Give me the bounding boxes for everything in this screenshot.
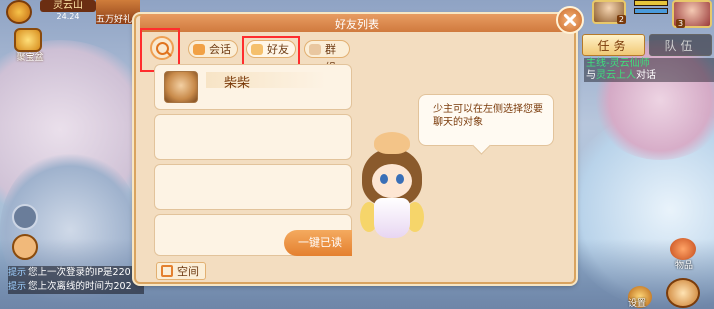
system-message: 提示 您上次离线的时间为202 bbox=[8, 280, 144, 294]
group-icon bbox=[309, 44, 321, 55]
quest-objective-post: 对话 bbox=[636, 70, 656, 81]
system-message-tag: 提示 bbox=[8, 282, 27, 292]
hint-bubble: 少主可以在左侧选择您要聊天的对象 bbox=[418, 94, 554, 146]
tab-chat[interactable]: 会话 bbox=[188, 40, 238, 58]
mascot-face bbox=[372, 164, 412, 198]
mascot-eye bbox=[380, 174, 388, 184]
compass-icon[interactable] bbox=[666, 278, 700, 308]
treasure-bowl-label: 聚宝盆 bbox=[16, 53, 44, 63]
quest-tracker[interactable]: 主线-灵云仙师 与灵云上人对话 bbox=[584, 58, 714, 82]
tab-chat-label: 会话 bbox=[209, 43, 231, 56]
bag-button[interactable]: 物品 bbox=[664, 238, 704, 272]
player-portrait[interactable]: 3 bbox=[672, 0, 712, 28]
mascot-pet-fox bbox=[374, 132, 410, 154]
system-message-text: 您上一次登录的IP是220 bbox=[28, 267, 131, 278]
quest-objective: 与灵云上人对话 bbox=[586, 70, 712, 82]
mp-bar bbox=[634, 8, 668, 14]
bag-icon bbox=[670, 238, 696, 260]
friend-list-slot bbox=[154, 164, 352, 210]
quest-tabs: 任务 队伍 bbox=[582, 34, 712, 56]
map-info: 灵云山 24.24 bbox=[0, 0, 100, 24]
chat-icon bbox=[193, 44, 205, 55]
player-status: 2 3 bbox=[582, 0, 714, 30]
system-message: 提示 您上一次登录的IP是220 bbox=[8, 266, 144, 280]
quest-npc-link[interactable]: 灵云上人 bbox=[596, 70, 636, 81]
mascot-body bbox=[374, 198, 410, 238]
tab-group[interactable]: 群组 bbox=[304, 40, 350, 74]
quest-title: 主线-灵云仙师 bbox=[586, 58, 650, 69]
mascot-character bbox=[352, 132, 432, 252]
space-button[interactable]: 空间 bbox=[156, 262, 206, 280]
treasure-bowl-button[interactable]: 聚宝盆 bbox=[10, 28, 46, 64]
mascot-eye bbox=[396, 174, 404, 184]
tab-team[interactable]: 队伍 bbox=[649, 34, 712, 56]
treasure-bowl-icon bbox=[14, 28, 42, 52]
settings-label: 设置 bbox=[628, 299, 647, 309]
friend-name: 柴柴 bbox=[206, 72, 326, 91]
chat-bubble-icon[interactable] bbox=[12, 234, 38, 260]
map-time: 24.24 bbox=[56, 12, 80, 21]
status-bars bbox=[634, 0, 668, 16]
pet-portrait[interactable]: 2 bbox=[592, 0, 626, 24]
hp-bar bbox=[634, 0, 668, 6]
map-badge-icon[interactable] bbox=[6, 0, 32, 24]
settings-button[interactable]: 设置 bbox=[620, 286, 660, 309]
quest-objective-pre: 与 bbox=[586, 70, 596, 81]
social-icon[interactable] bbox=[12, 204, 38, 230]
pet-level: 2 bbox=[616, 15, 626, 24]
dialog-title: 好友列表 bbox=[335, 18, 379, 31]
tab-task[interactable]: 任务 bbox=[582, 34, 645, 56]
mark-all-read-button[interactable]: 一键已读 bbox=[284, 230, 352, 256]
friend-list-slot bbox=[154, 114, 352, 160]
system-message-tag: 提示 bbox=[8, 268, 27, 278]
space-label: 空间 bbox=[177, 265, 199, 278]
event-banner-label: 五万好礼 bbox=[96, 15, 133, 25]
system-message-text: 您上次离线的时间为202 bbox=[28, 281, 132, 292]
bag-label: 物品 bbox=[674, 261, 693, 271]
player-level: 3 bbox=[676, 19, 686, 28]
map-name: 灵云山 bbox=[40, 0, 96, 12]
space-icon bbox=[161, 265, 173, 277]
avatar[interactable] bbox=[164, 71, 198, 103]
